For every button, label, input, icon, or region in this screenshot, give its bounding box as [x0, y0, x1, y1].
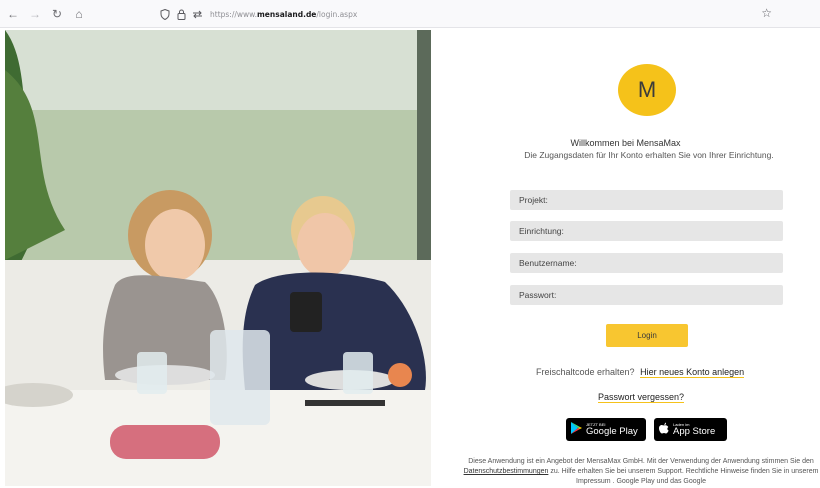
register-line: Freischaltcode erhalten? Hier neues Kont… [536, 367, 745, 378]
url-text[interactable]: https://www.mensaland.de/login.aspx [210, 10, 357, 19]
back-icon[interactable]: ← [4, 5, 22, 23]
projekt-field[interactable] [510, 190, 783, 210]
lock-icon[interactable] [174, 7, 188, 21]
reload-icon[interactable]: ↻ [48, 5, 66, 23]
app-store-badge[interactable]: Laden im App Store [654, 418, 727, 441]
google-play-big: Google Play [586, 426, 638, 437]
google-play-badge[interactable]: JETZT BEI Google Play [566, 418, 646, 441]
forgot-password-link[interactable]: Passwort vergessen? [598, 392, 685, 403]
app-store-big: App Store [673, 426, 716, 437]
welcome-title: Willkommen bei MensaMax [570, 138, 681, 148]
register-link[interactable]: Hier neues Konto anlegen [640, 367, 745, 378]
shield-icon[interactable] [158, 7, 172, 21]
home-icon[interactable]: ⌂ [70, 5, 88, 23]
benutzername-field[interactable] [510, 253, 783, 273]
hero-photo [5, 30, 431, 486]
google-play-icon [571, 422, 582, 437]
welcome-subtitle: Die Zugangsdaten für Ihr Konto erhalten … [524, 150, 774, 160]
address-bar[interactable]: https://www.mensaland.de/login.aspx [158, 4, 778, 24]
star-icon[interactable]: ☆ [761, 6, 772, 20]
forward-icon[interactable]: → [26, 5, 44, 23]
einrichtung-field[interactable] [510, 221, 783, 241]
privacy-link[interactable]: Datenschutzbestimmungen [464, 468, 549, 475]
passwort-field[interactable] [510, 285, 783, 305]
mensamax-logo: M [618, 64, 676, 116]
login-panel: M Willkommen bei MensaMax Die Zugangsdat… [431, 30, 820, 488]
register-text: Freischaltcode erhalten? [536, 367, 635, 377]
footer-legal-text: Diese Anwendung ist ein Angebot der Mens… [461, 457, 820, 487]
logo-letter: M [637, 77, 657, 102]
apple-icon [659, 422, 669, 437]
login-button[interactable]: Login [606, 324, 688, 347]
footer-text-2: zu. Hilfe erhalten Sie bei unserem Suppo… [550, 468, 819, 485]
browser-toolbar: ← → ↻ ⌂ https://www.mensaland.de/login.a… [0, 0, 820, 28]
tracking-icon[interactable] [190, 7, 204, 21]
footer-text-1: Diese Anwendung ist ein Angebot der Mens… [468, 458, 814, 465]
